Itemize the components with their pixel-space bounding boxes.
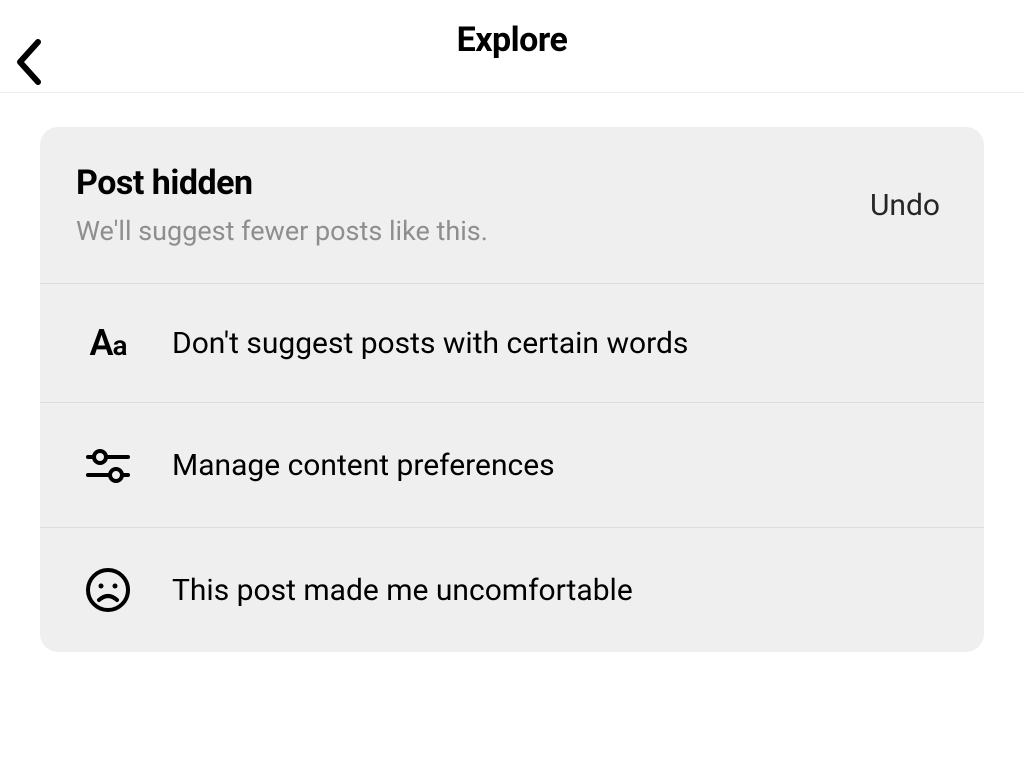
option-label: This post made me uncomfortable: [172, 573, 633, 608]
back-button[interactable]: [14, 38, 44, 90]
header: Explore: [0, 0, 1024, 93]
card-title: Post hidden: [76, 163, 488, 203]
chevron-left-icon: [14, 75, 44, 90]
sliders-icon: [82, 441, 134, 489]
post-hidden-card: Post hidden We'll suggest fewer posts li…: [40, 127, 984, 652]
page-title: Explore: [16, 20, 1008, 60]
option-filter-words[interactable]: Aa Don't suggest posts with certain word…: [40, 284, 984, 402]
card-header: Post hidden We'll suggest fewer posts li…: [40, 127, 984, 284]
option-label: Don't suggest posts with certain words: [172, 326, 688, 361]
sad-face-icon: [82, 566, 134, 614]
card-header-text: Post hidden We'll suggest fewer posts li…: [76, 163, 488, 247]
undo-button[interactable]: Undo: [870, 188, 940, 223]
card-subtitle: We'll suggest fewer posts like this.: [76, 215, 488, 247]
option-label: Manage content preferences: [172, 448, 555, 483]
option-uncomfortable[interactable]: This post made me uncomfortable: [40, 527, 984, 652]
text-aa-icon: Aa: [82, 322, 134, 364]
option-content-preferences[interactable]: Manage content preferences: [40, 402, 984, 527]
